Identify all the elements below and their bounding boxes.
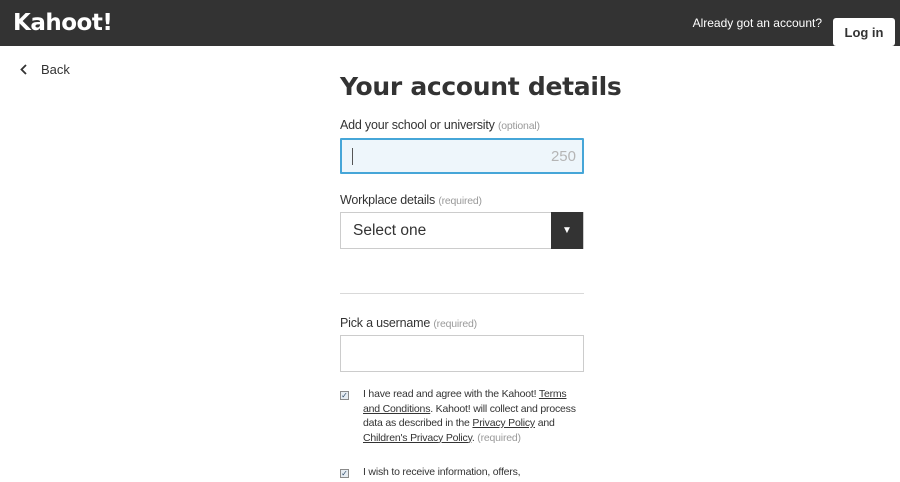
username-hint: (required) xyxy=(433,318,477,330)
check-icon: ✓ xyxy=(341,468,348,478)
back-label: Back xyxy=(41,62,70,77)
back-link[interactable]: Back xyxy=(20,62,70,77)
terms-text-part1: I have read and agree with the Kahoot! xyxy=(363,388,539,400)
username-label-text: Pick a username xyxy=(340,316,431,330)
marketing-checkbox[interactable]: ✓ xyxy=(340,469,349,478)
terms-text-part3: and xyxy=(534,417,555,429)
username-label: Pick a username (required) xyxy=(340,316,477,330)
marketing-text: I wish to receive information, offers, xyxy=(363,466,521,478)
workplace-label-text: Workplace details xyxy=(340,193,436,207)
terms-checkbox[interactable]: ✓ xyxy=(340,391,349,400)
page-title: Your account details xyxy=(340,72,622,101)
caret-down-icon[interactable]: ▼ xyxy=(551,212,583,249)
terms-text: I have read and agree with the Kahoot! T… xyxy=(363,387,583,445)
school-label: Add your school or university (optional) xyxy=(340,118,540,132)
workplace-hint: (required) xyxy=(438,195,482,207)
check-icon: ✓ xyxy=(341,390,348,400)
section-divider xyxy=(340,293,584,294)
top-bar: Kahoot! Already got an account? Log in xyxy=(0,0,900,46)
childrens-privacy-link[interactable]: Children's Privacy Policy xyxy=(363,432,472,444)
kahoot-logo[interactable]: Kahoot! xyxy=(13,10,113,36)
workplace-select[interactable]: Select one ▼ xyxy=(340,212,584,249)
username-input[interactable] xyxy=(340,335,584,372)
workplace-selected-value: Select one xyxy=(353,222,427,239)
chevron-left-icon xyxy=(20,64,27,75)
terms-text-part4: . xyxy=(471,431,475,444)
login-button[interactable]: Log in xyxy=(833,18,895,46)
already-account-text: Already got an account? xyxy=(692,16,822,30)
privacy-policy-link[interactable]: Privacy Policy xyxy=(472,417,535,429)
school-char-counter: 250 xyxy=(550,148,576,165)
school-input[interactable]: 250 xyxy=(340,138,584,174)
school-hint: (optional) xyxy=(497,120,540,132)
text-cursor xyxy=(352,148,353,165)
terms-hint: (required) xyxy=(477,431,521,444)
school-label-text: Add your school or university xyxy=(340,118,495,132)
workplace-label: Workplace details (required) xyxy=(340,193,482,207)
